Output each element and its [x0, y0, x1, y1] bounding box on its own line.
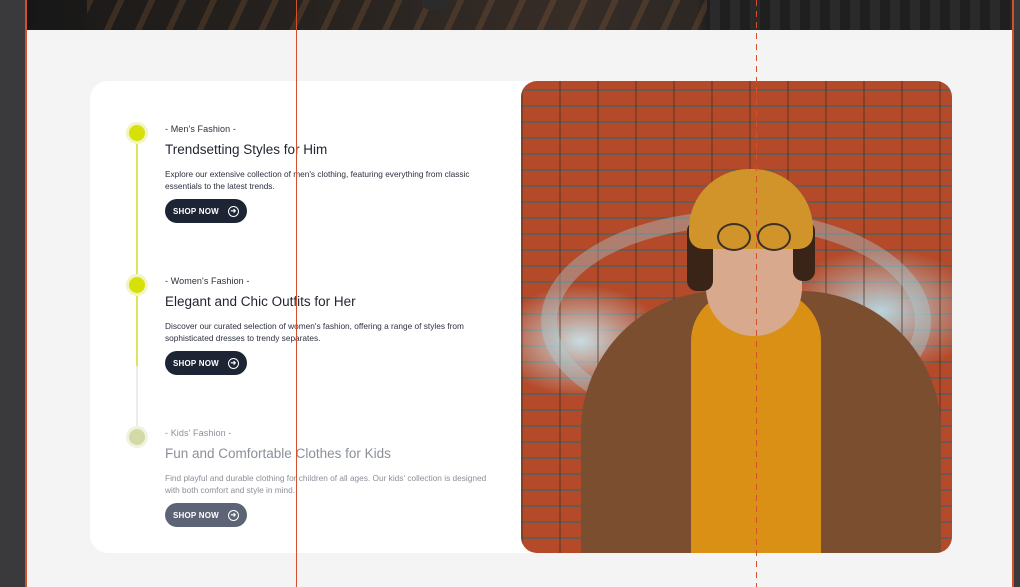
timeline-connector	[136, 144, 138, 286]
hero-floor-texture	[87, 0, 707, 30]
layout-guide-line	[296, 0, 297, 587]
category-timeline: - Men's Fashion - Trendsetting Styles fo…	[90, 81, 520, 553]
category-title: Elegant and Chic Outfits for Her	[165, 294, 356, 309]
category-eyebrow: - Kids' Fashion -	[165, 428, 232, 438]
model-glasses-lens	[717, 223, 751, 251]
fashion-categories-card: - Men's Fashion - Trendsetting Styles fo…	[90, 81, 952, 553]
timeline-dot-active	[126, 274, 148, 296]
arrow-right-circle-icon: ➜	[227, 509, 239, 521]
shop-now-label: SHOP NOW	[173, 358, 219, 368]
shop-now-label: SHOP NOW	[173, 510, 219, 520]
category-title: Trendsetting Styles for Him	[165, 142, 328, 157]
category-description: Find playful and durable clothing for ch…	[165, 473, 487, 495]
shop-now-label: SHOP NOW	[173, 206, 219, 216]
category-description: Discover our curated selection of women'…	[165, 321, 464, 343]
arrow-right-circle-icon: ➜	[227, 205, 239, 217]
hero-banner-image	[27, 0, 1012, 30]
fashion-model-photo	[521, 81, 952, 553]
arrow-right-circle-icon: ➜	[227, 357, 239, 369]
hero-shoe	[422, 0, 450, 10]
editor-canvas: - Men's Fashion - Trendsetting Styles fo…	[25, 0, 1014, 587]
category-eyebrow: - Women's Fashion -	[165, 276, 250, 286]
category-item-men: - Men's Fashion - Trendsetting Styles fo…	[165, 124, 495, 223]
category-item-kids: - Kids' Fashion - Fun and Comfortable Cl…	[165, 428, 495, 527]
category-eyebrow: - Men's Fashion -	[165, 124, 236, 134]
timeline-dot-active	[126, 122, 148, 144]
timeline-connector	[136, 366, 138, 428]
category-item-women: - Women's Fashion - Elegant and Chic Out…	[165, 276, 495, 375]
shop-now-button-kids[interactable]: SHOP NOW ➜	[165, 503, 247, 527]
shop-now-button-women[interactable]: SHOP NOW ➜	[165, 351, 247, 375]
timeline-dot-inactive	[126, 426, 148, 448]
category-title: Fun and Comfortable Clothes for Kids	[165, 446, 391, 461]
shop-now-button-men[interactable]: SHOP NOW ➜	[165, 199, 247, 223]
layout-guide-dashed-line	[756, 0, 757, 587]
model-glasses-lens	[757, 223, 791, 251]
timeline-connector	[136, 296, 138, 366]
category-description: Explore our extensive collection of men'…	[165, 169, 470, 191]
